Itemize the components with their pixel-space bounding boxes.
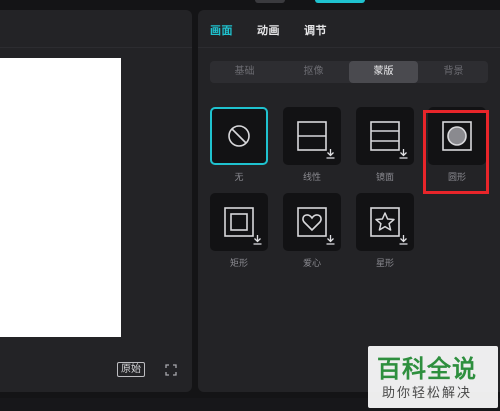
mask-tile[interactable] [283, 107, 341, 165]
top-tab-indicator[interactable] [255, 0, 285, 3]
mask-label: 爱心 [302, 259, 321, 269]
mask-item-linear[interactable]: 线性 [283, 107, 341, 183]
star-mask-icon [370, 207, 400, 237]
mask-item-star[interactable]: 星形 [356, 193, 414, 269]
mask-label: 线性 [302, 173, 321, 183]
mask-tile[interactable] [210, 107, 268, 165]
download-icon [326, 149, 335, 159]
sub-tab-mask[interactable]: 蒙版 [349, 61, 418, 83]
top-tab-indicator-active[interactable] [315, 0, 365, 3]
linear-mask-icon [297, 121, 327, 151]
sub-tab-bar: 基础 抠像 蒙版 背景 [210, 61, 488, 83]
watermark-title: 百科全说 [377, 355, 477, 383]
mask-tile[interactable] [283, 193, 341, 251]
mask-item-rectangle[interactable]: 矩形 [210, 193, 268, 269]
mask-label: 矩形 [229, 259, 248, 269]
tab-animation[interactable]: 动画 [257, 22, 280, 38]
mask-item-heart[interactable]: 爱心 [283, 193, 341, 269]
download-icon [253, 235, 262, 245]
mask-label: 星形 [375, 259, 394, 269]
tab-picture[interactable]: 画面 [210, 22, 233, 38]
sub-tab-basic[interactable]: 基础 [210, 61, 279, 83]
fullscreen-icon[interactable] [165, 364, 177, 376]
download-icon [399, 235, 408, 245]
mask-item-none[interactable]: 无 [210, 107, 268, 183]
preview-panel: 原始 [0, 10, 192, 392]
none-icon [228, 125, 250, 147]
top-strip [0, 0, 500, 8]
download-icon [326, 235, 335, 245]
mask-label: 镜面 [375, 173, 394, 183]
download-icon [399, 149, 408, 159]
mask-label: 无 [234, 173, 244, 183]
properties-header: 画面 动画 调节 [198, 10, 500, 48]
sub-tab-background[interactable]: 背景 [419, 61, 488, 83]
mirror-mask-icon [370, 121, 400, 151]
watermark-subtitle: 助你轻松解决 [382, 386, 473, 401]
ratio-button[interactable]: 原始 [117, 362, 145, 377]
sub-tab-cutout[interactable]: 抠像 [279, 61, 348, 83]
highlight-annotation [423, 110, 489, 194]
heart-mask-icon [297, 207, 327, 237]
tab-adjust[interactable]: 调节 [304, 22, 327, 38]
rectangle-mask-icon [224, 207, 254, 237]
mask-tile[interactable] [356, 193, 414, 251]
preview-canvas[interactable] [0, 58, 121, 337]
preview-header [0, 10, 192, 48]
mask-tile[interactable] [356, 107, 414, 165]
mask-tile[interactable] [210, 193, 268, 251]
mask-item-mirror[interactable]: 镜面 [356, 107, 414, 183]
watermark-logo: 百科全说 助你轻松解决 [368, 346, 498, 408]
